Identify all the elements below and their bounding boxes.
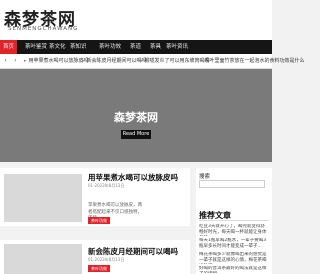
post-title[interactable]: 新会陈皮月经期间可以喝吗: [88, 246, 178, 257]
main-nav: 首页 茶叶鉴赏 茶文化 茶知识 茶叶功效 茶道 茶具 茶叶资讯: [0, 40, 272, 54]
nav-item-teaware[interactable]: 茶具: [150, 40, 161, 54]
ticker-item[interactable]: ▸ 用苹果煮水喝可以放脉皮吗: [24, 57, 89, 64]
recommend-item[interactable]: 梅花茶喝多少就像喝出来的感觉是一辈子就是这样的心情，梅花茶喝出效果...: [199, 252, 269, 264]
nav-item-tea-benefits[interactable]: 茶叶功效: [99, 40, 121, 54]
ticker-item[interactable]: ▸ 茶叶里面竹茶放在一起泡水的食料功效是什么: [200, 57, 305, 64]
search-label: 搜索: [199, 174, 211, 180]
ticker-next-icon[interactable]: ›: [12, 57, 19, 64]
nav-item-tea-appreciation[interactable]: 茶叶鉴赏: [25, 40, 47, 54]
sidebar: 搜索 推荐文章 吃豆3天就开心了，喝完就变得舒畅好时光，每天喝一杯就能让身体保持…: [196, 168, 272, 274]
post-tag[interactable]: 茶叶功效: [88, 217, 110, 224]
nav-item-tea-ceremony[interactable]: 茶道: [130, 40, 141, 54]
site-header: 森梦茶网 SENMENGCHAWANG: [0, 0, 272, 40]
read-more-button[interactable]: Read More: [121, 130, 151, 139]
hero-title: 森梦茶网: [114, 111, 158, 124]
nav-item-home[interactable]: 首页: [0, 40, 18, 54]
nav-item-tea-news[interactable]: 茶叶资讯: [166, 40, 188, 54]
recommend-item[interactable]: 好喝的普洱茶最好的喝法就是这样子的搭配...: [199, 266, 269, 273]
post-date: 01-2023年8月13日: [88, 183, 125, 188]
hero-banner: 森梦茶网 Read More: [0, 69, 272, 162]
nav-item-tea-knowledge[interactable]: 茶知识: [70, 40, 87, 54]
recommend-item[interactable]: 吃豆3天就开心了，喝完就变得舒畅好时光，每天喝一杯就能让身体保持...: [199, 224, 269, 236]
nav-item-tea-culture[interactable]: 茶文化: [49, 40, 66, 54]
post-thumbnail[interactable]: [4, 174, 82, 222]
site-logo-subtitle: SENMENGCHAWANG: [8, 26, 79, 32]
post-title[interactable]: 用苹果煮水喝可以放脉皮吗: [88, 172, 178, 183]
ticker-item[interactable]: ▸ 新会陈皮月经期间可以喝吗: [82, 57, 147, 64]
divider: [199, 220, 269, 221]
post-date: 01-2023年8月13日: [88, 257, 125, 262]
post-thumbnail[interactable]: [4, 244, 82, 274]
post-card: 新会陈皮月经期间可以喝吗 01-2023年8月13日 茶叶功效: [0, 240, 190, 274]
search-input[interactable]: [199, 180, 265, 188]
ticker-prev-icon[interactable]: ‹: [2, 57, 9, 64]
post-card: 用苹果煮水喝可以放脉皮吗 01-2023年8月13日 苹果煮水喝可以放脉皮，两者…: [0, 168, 190, 226]
news-ticker: ‹ › ▸ 用苹果煮水喝可以放脉皮吗 ▸ 新会陈皮月经期间可以喝吗 ▸ 喉咙发炎了可以…: [0, 54, 305, 69]
post-tag[interactable]: 茶叶功效: [88, 265, 110, 272]
recommend-item[interactable]: 每天1瓶早喝2瓶水，一辈子要喝3瓶早多长时间才能变成一辈子...: [199, 238, 269, 250]
